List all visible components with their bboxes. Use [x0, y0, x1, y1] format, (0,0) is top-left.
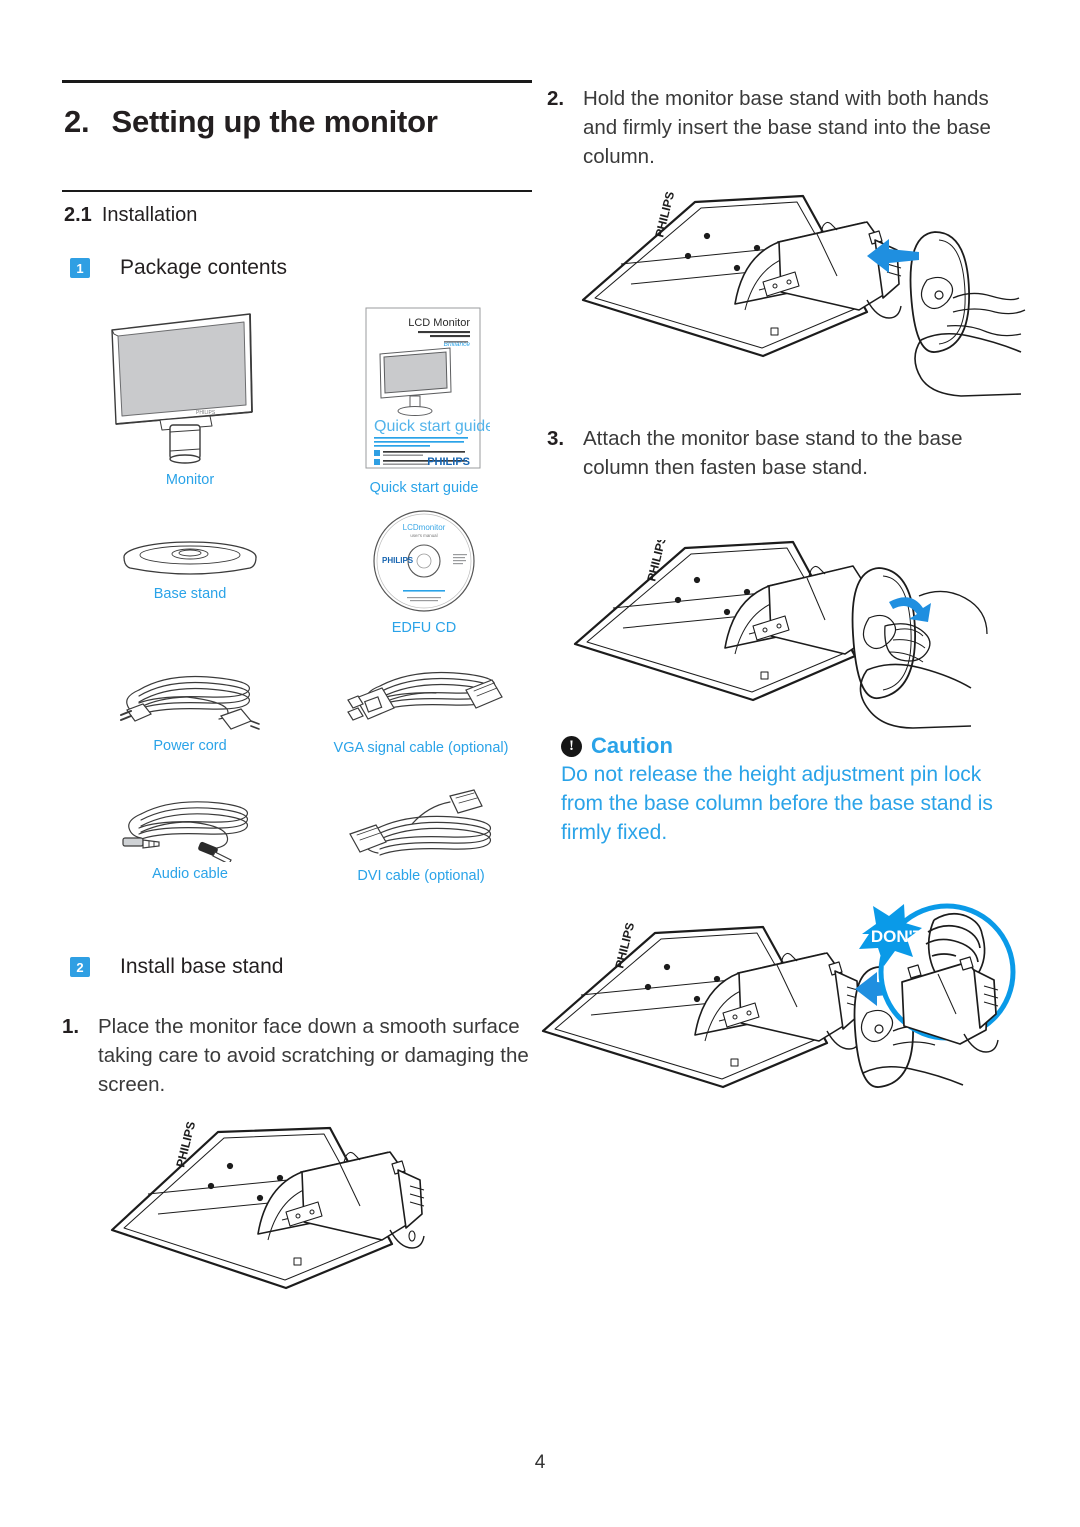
package-item-base-stand: Base stand: [90, 536, 290, 602]
section-title-text: Installation: [101, 204, 198, 226]
instruction-step-3: 3. Attach the monitor base stand to the …: [547, 424, 1027, 482]
package-item-power-cord: Power cord: [82, 662, 298, 754]
manual-page: 2. Setting up the monitor 2.1 Installati…: [0, 0, 1080, 1527]
package-item-dvi-cable: DVI cable (optional): [296, 788, 546, 884]
caution-header: ! Caution: [561, 733, 1027, 759]
instruction-step-2: 2. Hold the monitor base stand with both…: [547, 84, 1027, 171]
package-item-audio-cable: Audio cable: [82, 790, 298, 882]
page-number: 4: [534, 1452, 546, 1473]
package-caption-audio-cable: Audio cable: [152, 866, 228, 882]
package-caption-base-stand: Base stand: [153, 586, 227, 602]
fasten-base-stand-illustration: PHILIPS: [567, 540, 1032, 735]
chapter-title-text: Setting up the monitor: [111, 104, 438, 139]
right-column: 2. Hold the monitor base stand with both…: [541, 0, 1027, 1527]
badge-2: 2: [70, 957, 90, 977]
package-item-vga-cable: VGA signal cable (optional): [296, 660, 546, 756]
svg-text:LCD Monitor: LCD Monitor: [408, 317, 470, 329]
insert-base-stand-illustration: PHILIPS: [567, 190, 1032, 405]
vga-cable-illustration: [296, 660, 546, 736]
instruction-step-1-text: Place the monitor face down a smooth sur…: [98, 1015, 529, 1097]
svg-text:PHILIPS: PHILIPS: [196, 410, 216, 416]
svg-text:PHILIPS: PHILIPS: [427, 456, 470, 468]
cd-disc-illustration: LCDmonitor user's manual PHILIPS: [324, 506, 524, 616]
caution-block: ! Caution Do not release the height adju…: [561, 733, 1027, 848]
package-caption-dvi-cable: DVI cable (optional): [357, 868, 485, 884]
instruction-step-3-marker: 3.: [547, 427, 565, 450]
package-caption-vga-cable: VGA signal cable (optional): [333, 740, 509, 756]
instruction-step-2-marker: 2.: [547, 87, 565, 110]
monitor-illustration: PHILIPS: [90, 308, 290, 468]
package-item-quick-start-guide: LCD Monitor Brilliance Quick start guide…: [324, 304, 524, 496]
exclamation-icon: !: [561, 735, 582, 757]
caution-text: Do not release the height adjustment pin…: [561, 763, 993, 844]
package-item-edfu-cd: LCDmonitor user's manual PHILIPS EDFU CD: [324, 506, 524, 636]
section-heading: 2.1 Installation: [64, 204, 197, 227]
dont-label: DON'T: [871, 927, 924, 946]
dont-callout: DON'T: [842, 890, 1042, 1060]
subsection-label-package-contents: Package contents: [120, 256, 287, 279]
left-column: 2. Setting up the monitor 2.1 Installati…: [62, 0, 536, 1527]
dvi-cable-illustration: [296, 788, 546, 864]
chapter-number: 2.: [64, 104, 90, 139]
instruction-step-1-marker: 1.: [62, 1015, 80, 1038]
package-caption-monitor: Monitor: [165, 472, 215, 488]
subsection-label-install-base-stand: Install base stand: [120, 955, 284, 978]
package-contents-grid: PHILIPS Monitor LCD Monitor Brilliance Q…: [62, 300, 536, 920]
instruction-step-1: 1. Place the monitor face down a smooth …: [62, 1012, 536, 1099]
section-number: 2.1: [64, 204, 92, 226]
package-caption-edfu-cd: EDFU CD: [391, 620, 457, 636]
base-column-illustration-1: PHILIPS: [72, 1110, 522, 1310]
power-cord-illustration: [82, 662, 298, 734]
package-caption-power-cord: Power cord: [153, 738, 227, 754]
chapter-rule-top: [62, 80, 532, 83]
package-item-monitor: PHILIPS Monitor: [90, 308, 290, 488]
svg-text:PHILIPS: PHILIPS: [382, 556, 414, 565]
caution-title: Caution: [591, 733, 673, 758]
svg-text:Quick start guide: Quick start guide: [374, 418, 490, 435]
subsection-install-base-stand: 2 Install base stand: [70, 955, 283, 979]
section-rule: [62, 190, 532, 192]
instruction-step-3-text: Attach the monitor base stand to the bas…: [583, 427, 963, 480]
instruction-step-2-text: Hold the monitor base stand with both ha…: [583, 87, 991, 169]
svg-text:user's manual: user's manual: [410, 533, 437, 538]
subsection-package-contents: 1 Package contents: [70, 256, 287, 280]
page-title: 2. Setting up the monitor: [64, 104, 534, 140]
svg-text:LCDmonitor: LCDmonitor: [403, 523, 446, 532]
base-stand-illustration: [90, 536, 290, 582]
badge-1: 1: [70, 258, 90, 278]
quick-start-guide-illustration: LCD Monitor Brilliance Quick start guide…: [324, 304, 524, 476]
package-caption-quick-start-guide: Quick start guide: [369, 480, 479, 496]
audio-cable-illustration: [82, 790, 298, 862]
